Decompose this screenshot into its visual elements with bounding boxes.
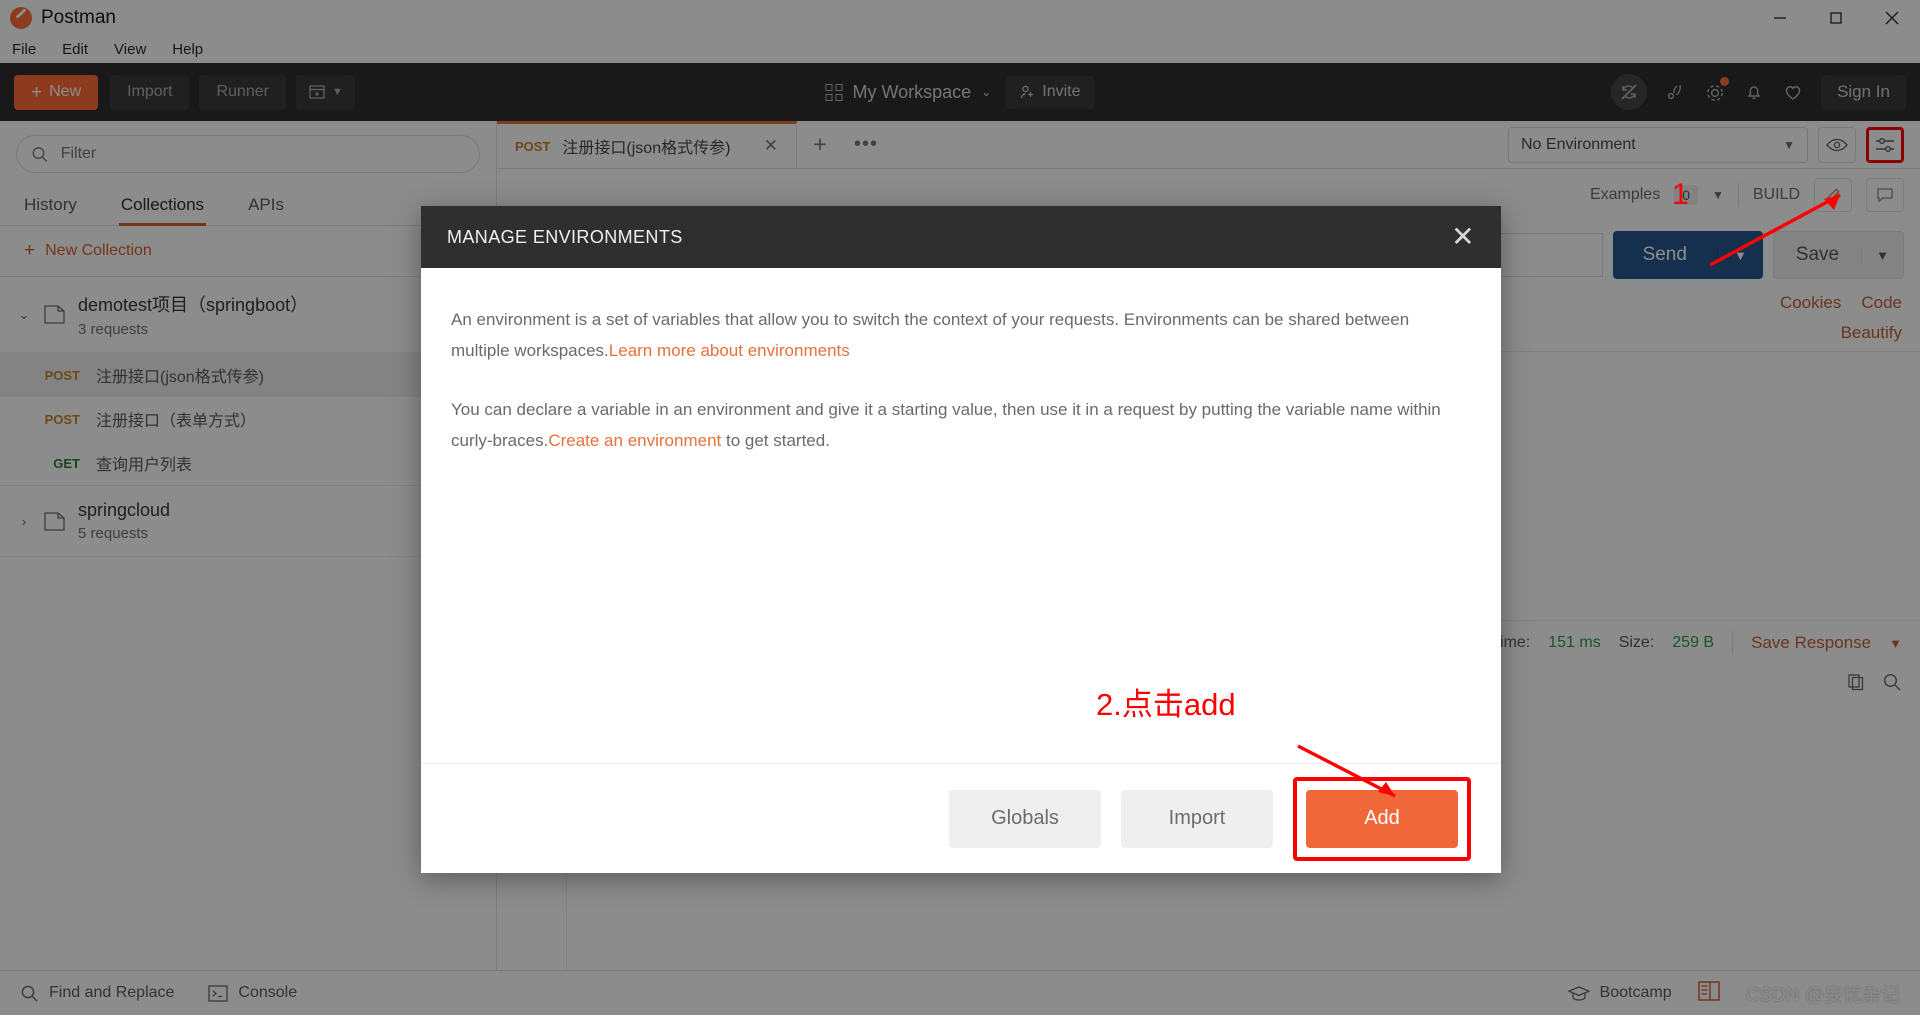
close-icon[interactable]: ✕ <box>1451 223 1475 251</box>
modal-paragraph-1-text: An environment is a set of variables tha… <box>451 310 1410 360</box>
modal-header: MANAGE ENVIRONMENTS ✕ <box>421 206 1501 268</box>
import-button[interactable]: Import <box>1121 789 1273 848</box>
modal-paragraph-2-tail: to get started. <box>721 431 830 450</box>
globals-button[interactable]: Globals <box>949 789 1101 848</box>
modal-paragraph-2: You can declare a variable in an environ… <box>451 394 1471 456</box>
annotation-arrow-2 <box>1297 744 1396 798</box>
postman-app-window: Postman File Edit View Help + New Import… <box>0 0 1920 1015</box>
modal-title: MANAGE ENVIRONMENTS <box>447 226 683 247</box>
modal-paragraph-1: An environment is a set of variables tha… <box>451 304 1471 366</box>
modal-body: An environment is a set of variables tha… <box>421 268 1501 763</box>
create-environment-link[interactable]: Create an environment <box>548 431 721 450</box>
learn-more-link[interactable]: Learn more about environments <box>609 341 850 360</box>
annotation-arrow-1 <box>1709 193 1841 267</box>
